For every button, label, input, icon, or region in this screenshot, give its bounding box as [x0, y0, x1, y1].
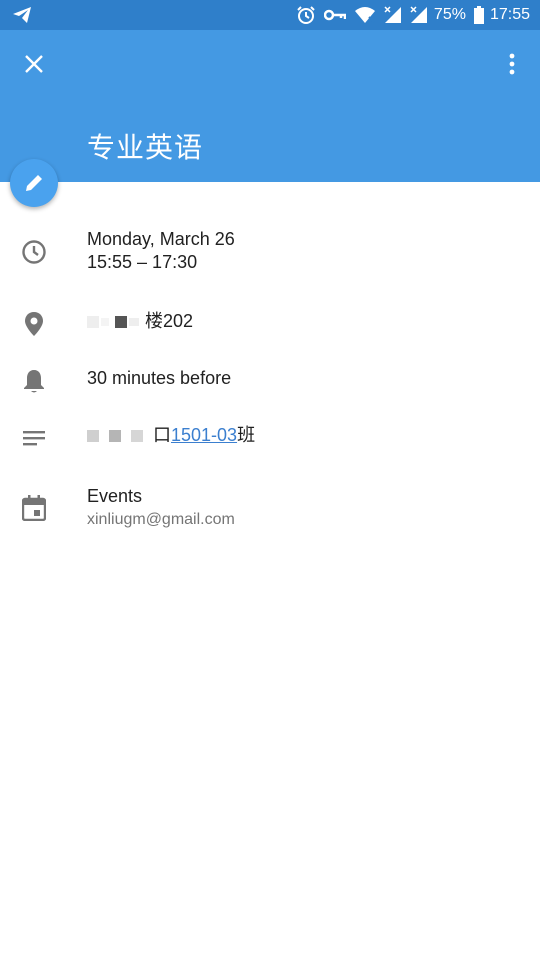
event-header: 专业英语: [0, 30, 540, 182]
redacted-text: [115, 316, 127, 329]
event-date: Monday, March 26: [87, 229, 235, 249]
location-pin-icon: [20, 310, 48, 338]
calendar-name: Events: [87, 486, 143, 506]
redacted-text: [87, 316, 99, 329]
bell-icon: [20, 367, 48, 395]
more-vert-icon: [509, 53, 515, 75]
redacted-text: [131, 430, 143, 443]
description-prefix: 口: [153, 425, 171, 445]
location-text: 楼202: [145, 311, 194, 331]
status-bar: 75% 17:55: [0, 0, 540, 30]
description-link[interactable]: 1501-03: [171, 425, 237, 445]
redacted-text: [109, 430, 121, 443]
clock-icon: [20, 238, 48, 266]
edit-event-button[interactable]: [10, 159, 58, 207]
close-icon: [25, 55, 43, 73]
reminder-text: 30 minutes before: [87, 368, 232, 388]
redacted-text: [87, 430, 99, 443]
wifi-icon: [354, 6, 376, 24]
calendar-icon: [20, 494, 48, 522]
signal-icon: [410, 6, 428, 24]
vpn-key-icon: [323, 8, 346, 22]
battery-icon: [473, 6, 484, 24]
alarm-icon: [296, 5, 316, 25]
event-time: 15:55 – 17:30: [87, 252, 198, 272]
telegram-icon: [12, 6, 32, 29]
description-suffix: 班: [237, 425, 256, 445]
calendar-account: xinliugm@gmail.com: [87, 511, 235, 528]
edit-pencil-icon: [26, 175, 42, 191]
notes-icon: [20, 424, 48, 452]
signal-icon: [384, 6, 402, 24]
redacted-text: [129, 318, 139, 327]
close-button[interactable]: [20, 50, 48, 78]
battery-percent: 75%: [433, 6, 466, 23]
event-title: 专业英语: [87, 132, 204, 163]
redacted-text: [101, 318, 109, 327]
clock: 17:55: [489, 6, 530, 23]
more-options-button[interactable]: [502, 50, 522, 78]
